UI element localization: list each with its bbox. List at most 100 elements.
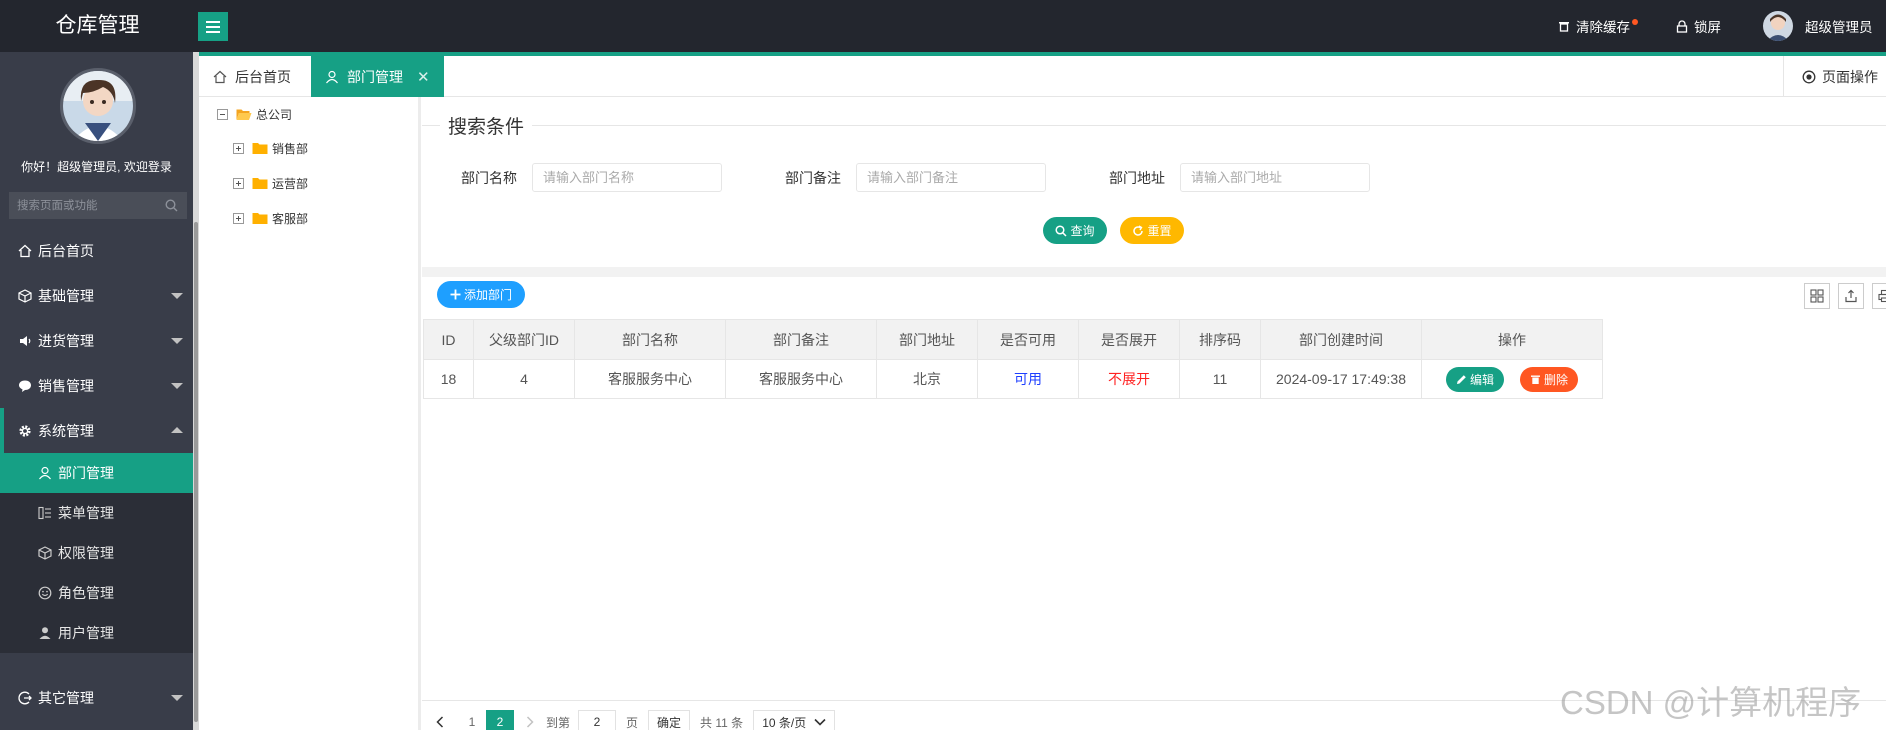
sidebar-toggle-button[interactable] [198, 12, 228, 41]
chat-bubble-icon [19, 380, 31, 392]
page-size-select[interactable]: 10 条/页 [753, 710, 836, 730]
lock-screen-button[interactable]: 锁屏 [1676, 0, 1721, 52]
tree-node-sales[interactable]: 销售部 [233, 140, 308, 157]
col-dept-address[interactable]: 部门地址 [876, 319, 978, 360]
cell-dept-address: 北京 [876, 359, 978, 399]
next-page-button[interactable] [514, 710, 546, 730]
sidebar-subitem-user[interactable]: 用户管理 [0, 613, 193, 653]
sidebar-search-input[interactable] [9, 192, 187, 219]
chevron-left-icon [436, 716, 444, 728]
col-dept-remark[interactable]: 部门备注 [725, 319, 877, 360]
print-button[interactable] [1872, 283, 1886, 309]
query-button[interactable]: 查询 [1043, 217, 1107, 244]
columns-icon [1810, 289, 1824, 303]
total-count: 共 11 条 [700, 715, 744, 730]
close-icon[interactable]: ✕ [417, 68, 430, 86]
cell-parent-id: 4 [473, 359, 575, 399]
tree-node-label: 总公司 [256, 108, 293, 122]
cell-ordernum: 11 [1179, 359, 1261, 399]
sidebar-item-purchase[interactable]: 进货管理 [0, 318, 193, 363]
add-dept-button[interactable]: 添加部门 [437, 281, 525, 308]
dept-name-input[interactable] [532, 163, 722, 192]
page-number-1[interactable]: 1 [458, 710, 486, 730]
reset-label: 重置 [1147, 224, 1172, 238]
tab-home[interactable]: 后台首页 [199, 56, 305, 97]
cell-actions: 编辑 删除 [1421, 359, 1603, 399]
home-icon [18, 244, 32, 257]
sidebar-item-label: 进货管理 [38, 332, 94, 349]
edit-label: 编辑 [1470, 372, 1495, 387]
main-content: 搜索条件 部门名称 部门备注 部门地址 查询 重置 添加部门 ID 父级部门ID… [422, 97, 1886, 730]
lock-icon [1676, 19, 1688, 33]
sidebar-item-label: 基础管理 [38, 287, 94, 304]
sidebar-subitem-permission[interactable]: 权限管理 [0, 533, 193, 573]
trash-icon [1559, 22, 1569, 32]
section-divider [422, 267, 1886, 277]
user-outline-icon [326, 70, 338, 83]
col-id[interactable]: ID [423, 319, 474, 360]
dept-address-input[interactable] [1180, 163, 1370, 192]
tree-node-root[interactable]: 总公司 [217, 106, 292, 123]
sidebar-item-label: 后台首页 [38, 242, 94, 259]
prev-page-button[interactable] [422, 710, 458, 730]
sidebar-subitem-role[interactable]: 角色管理 [0, 573, 193, 613]
page-operations-button[interactable]: 页面操作 [1783, 56, 1878, 97]
page-unit-label: 页 [626, 715, 639, 730]
collapse-toggle-icon[interactable] [217, 109, 228, 120]
sidebar-item-sales[interactable]: 销售管理 [0, 363, 193, 408]
col-available[interactable]: 是否可用 [977, 319, 1079, 360]
sidebar-item-system[interactable]: 系统管理 [0, 408, 193, 453]
delete-button[interactable]: 删除 [1519, 366, 1578, 392]
sidebar-scrollbar-thumb[interactable] [194, 222, 198, 722]
col-ordernum[interactable]: 排序码 [1179, 319, 1261, 360]
search-icon [1055, 224, 1068, 237]
expand-toggle-icon[interactable] [233, 143, 244, 154]
sidebar-subitem-label: 权限管理 [58, 545, 114, 561]
expand-toggle-icon[interactable] [233, 178, 244, 189]
tab-label: 部门管理 [347, 68, 403, 85]
clear-cache-button[interactable]: 清除缓存 [1558, 0, 1638, 52]
folder-icon [252, 178, 268, 189]
trash-icon [1530, 375, 1540, 384]
table-row[interactable]: 18 4 客服服务中心 客服服务中心 北京 可用 不展开 11 2024-09-… [423, 359, 1603, 399]
tree-node-service[interactable]: 客服部 [233, 210, 308, 227]
search-icon[interactable] [165, 199, 178, 212]
goto-page-input[interactable] [578, 710, 617, 730]
menu-list-icon [38, 506, 51, 520]
col-parent-id[interactable]: 父级部门ID [473, 319, 575, 360]
welcome-text: 你好！超级管理员, 欢迎登录 [21, 160, 172, 174]
user-outline-icon [39, 466, 51, 480]
col-createtime[interactable]: 部门创建时间 [1260, 319, 1422, 360]
col-open[interactable]: 是否展开 [1078, 319, 1180, 360]
tree-node-operations[interactable]: 运营部 [233, 175, 308, 192]
filter-columns-button[interactable] [1804, 283, 1830, 309]
chevron-right-icon [526, 716, 534, 728]
goto-label: 到第 [546, 715, 571, 730]
page-number-2[interactable]: 2 [486, 710, 514, 730]
tab-dept[interactable]: 部门管理 ✕ [311, 56, 444, 97]
chevron-down-icon [171, 293, 183, 299]
delete-label: 删除 [1543, 372, 1568, 387]
sidebar-item-basic[interactable]: 基础管理 [0, 273, 193, 318]
clear-cache-label: 清除缓存 [1576, 20, 1630, 35]
cell-available: 可用 [977, 359, 1079, 399]
sidebar-subitem-dept[interactable]: 部门管理 [0, 453, 193, 493]
cell-dept-remark: 客服服务中心 [725, 359, 877, 399]
col-actions: 操作 [1421, 319, 1603, 360]
sidebar-item-home[interactable]: 后台首页 [0, 228, 193, 273]
gear-icon [19, 424, 31, 437]
edit-button[interactable]: 编辑 [1446, 366, 1505, 392]
sidebar-subitem-menu[interactable]: 菜单管理 [0, 493, 193, 533]
dept-remark-input[interactable] [856, 163, 1046, 192]
reset-button[interactable]: 重置 [1120, 217, 1184, 244]
sidebar-item-other[interactable]: 其它管理 [0, 675, 193, 720]
export-button[interactable] [1838, 283, 1864, 309]
user-menu[interactable]: 超级管理员 [1763, 0, 1873, 52]
col-dept-name[interactable]: 部门名称 [574, 319, 726, 360]
sidebar-item-label: 销售管理 [38, 377, 94, 394]
query-label: 查询 [1070, 224, 1095, 238]
tree-node-label: 运营部 [272, 177, 309, 191]
goto-confirm-button[interactable]: 确定 [648, 710, 691, 730]
chevron-down-icon [171, 695, 183, 701]
expand-toggle-icon[interactable] [233, 213, 244, 224]
